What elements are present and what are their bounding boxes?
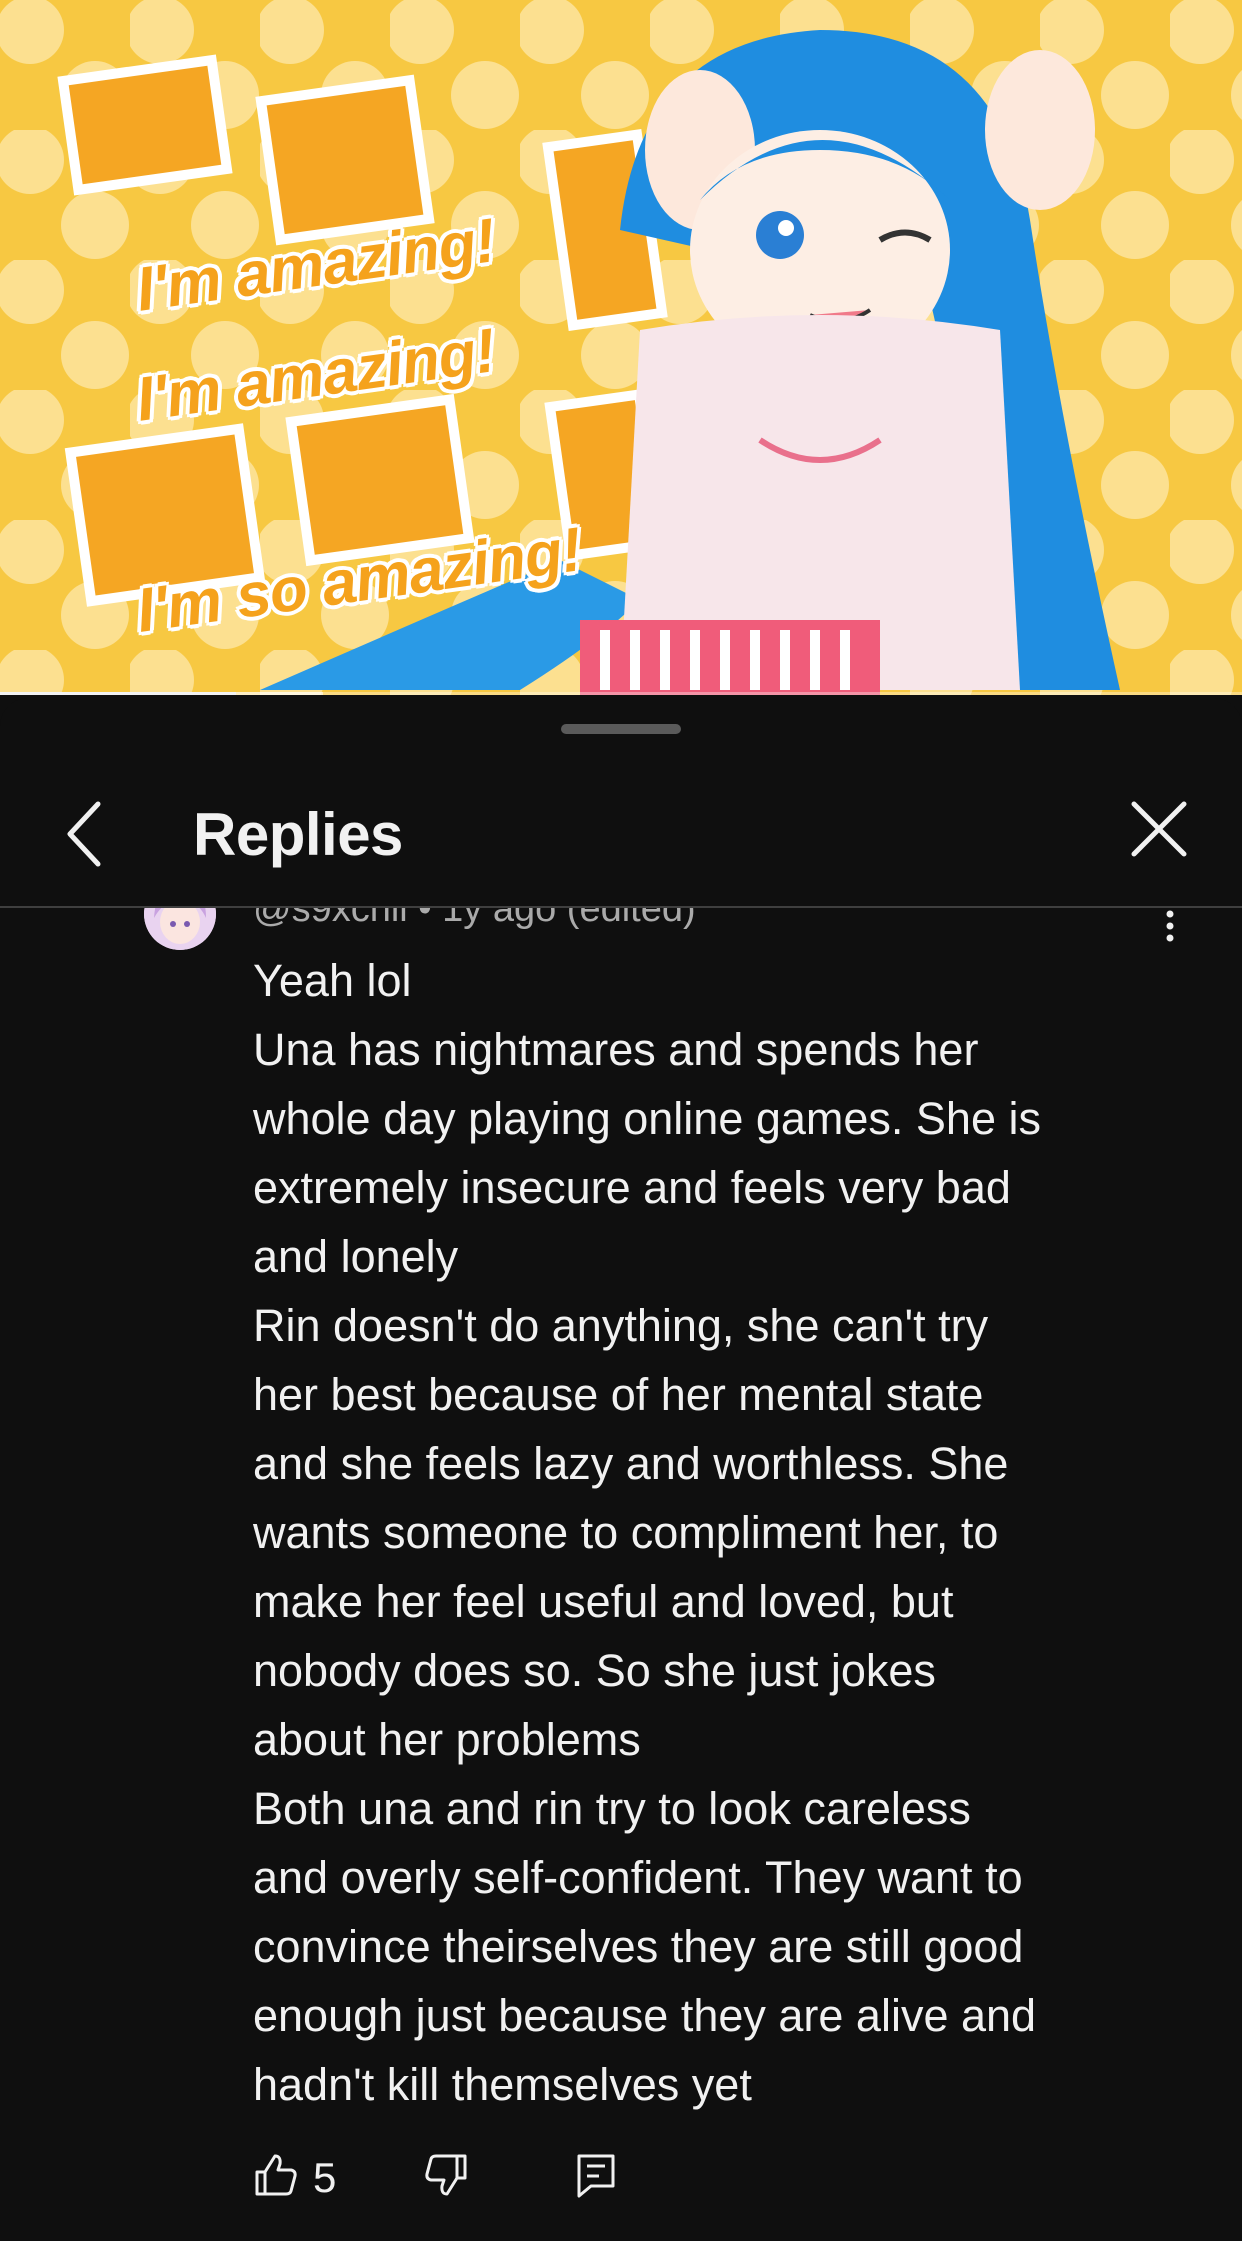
comment-line: and overly self-confident. They want to [253,1852,1023,1903]
comment-line: nobody does so. So she just jokes [253,1645,936,1696]
replies-header: Replies [0,770,1242,906]
reply-icon [577,2154,615,2198]
comment-line: Rin doesn't do anything, she can't try [253,1300,989,1351]
comment-actions: 5 [253,2150,1153,2220]
comment-line: Both una and rin try to look careless [253,1783,971,1834]
video-progress-bar[interactable] [0,692,1242,695]
dislike-button[interactable] [423,2150,469,2200]
avatar-image [144,908,216,950]
reply-button[interactable] [573,2150,619,2200]
comment-line: about her problems [253,1714,641,1765]
more-vert-icon [1166,910,1174,942]
comment-body: Yeah lol Una has nightmares and spends h… [253,946,1153,2119]
comment-line: and lonely [253,1231,459,1282]
close-button[interactable] [1124,794,1194,864]
reply-comment: @s9xchii • 1y ago (edited) Yeah lol Una … [0,908,1242,2241]
avatar[interactable] [144,908,216,950]
close-icon [1131,801,1187,857]
drag-handle[interactable] [561,724,681,734]
thumb-down-icon [425,2154,467,2196]
video-player[interactable]: I'm amazing! I'm amazing! I'm so amazing… [0,0,1242,695]
comment-line: hadn't kill themselves yet [253,2059,752,2110]
comment-line: whole day playing online games. She is [253,1093,1041,1144]
comment-line: extremely insecure and feels very bad [253,1162,1011,1213]
thumb-up-icon [255,2154,297,2196]
comment-line: Yeah lol [253,955,412,1006]
chevron-left-icon [67,801,101,867]
replies-sheet: Replies @s9xchii • 1y ago (edited) Yeah … [0,698,1242,2241]
comment-line: Una has nightmares and spends her [253,1024,979,1075]
comment-line: enough just because they are alive and [253,1990,1037,2041]
comment-meta: @s9xchii • 1y ago (edited) [253,908,696,930]
like-count: 5 [313,2154,337,2201]
comment-line: wants someone to compliment her, to [253,1507,999,1558]
more-options-button[interactable] [1160,908,1180,948]
comment-line: convince theirselves they are still good [253,1921,1024,1972]
like-button[interactable] [253,2150,299,2200]
comment-line: her best because of her mental state [253,1369,984,1420]
page-title: Replies [193,801,403,868]
comment-line: and she feels lazy and worthless. She [253,1438,1009,1489]
video-progress-fill [0,692,236,695]
comment-line: make her feel useful and loved, but [253,1576,954,1627]
back-button[interactable] [56,794,112,874]
